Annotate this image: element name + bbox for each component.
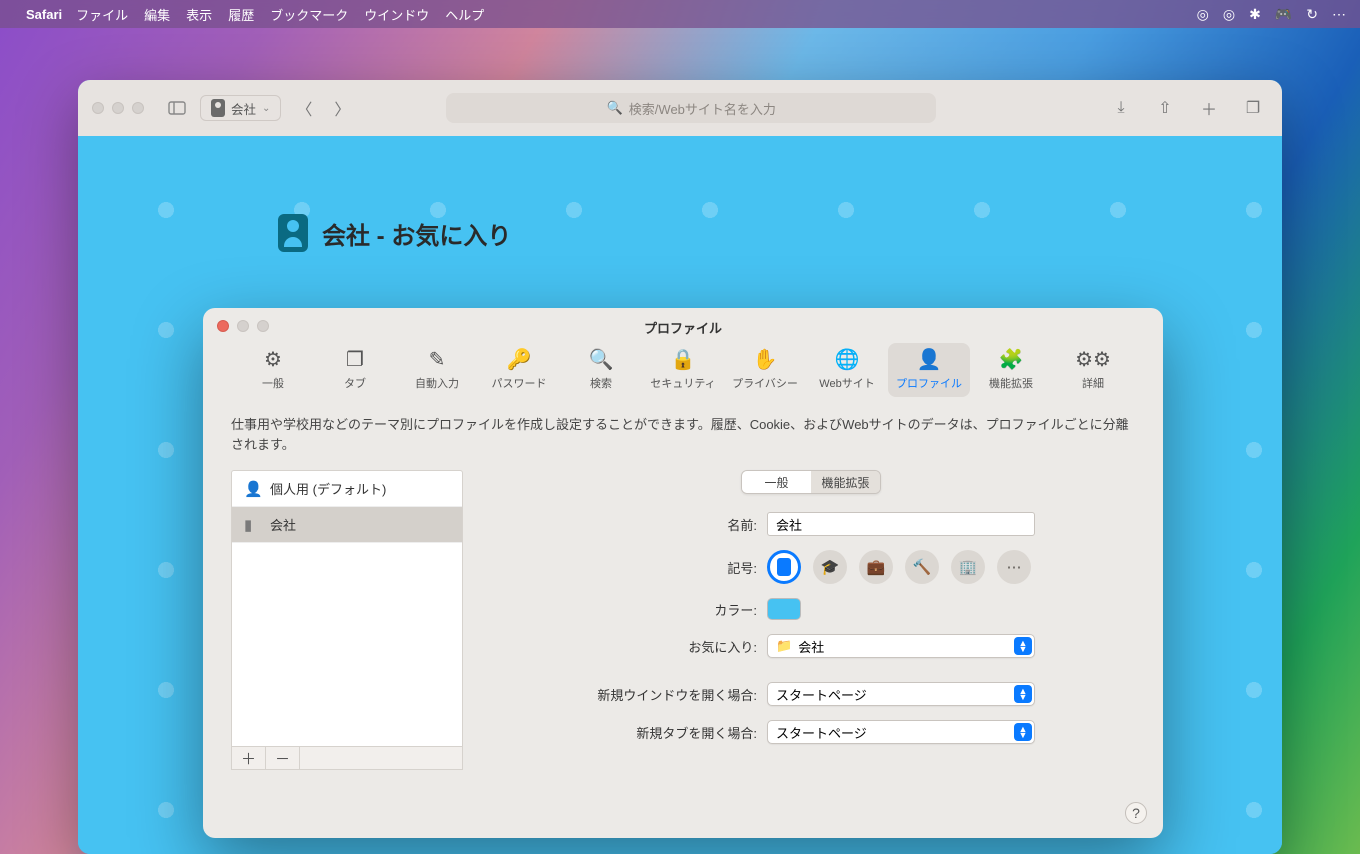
tab-overview-icon[interactable]: ❐	[1238, 95, 1268, 121]
tab-autofill[interactable]: ✎自動入力	[396, 343, 478, 397]
prefs-toolbar: ⚙一般 ❐タブ ✎自動入力 🔑パスワード 🔍検索 🔒セキュリティ ✋プライバシー…	[203, 343, 1163, 407]
profile-row-personal[interactable]: 👤 個人用 (デフォルト)	[232, 471, 462, 507]
symbol-briefcase[interactable]: 💼	[859, 550, 893, 584]
updown-icon: ▲▼	[1014, 685, 1032, 703]
search-icon: 🔍	[589, 347, 614, 371]
tab-security[interactable]: 🔒セキュリティ	[642, 343, 724, 397]
add-profile-button[interactable]: ＋	[232, 747, 266, 769]
key-icon: 🔑	[507, 347, 532, 371]
new-tab-select[interactable]: スタートページ ▲▼	[767, 720, 1035, 744]
tab-passwords[interactable]: 🔑パスワード	[478, 343, 560, 397]
menu-edit[interactable]: 編集	[144, 5, 170, 24]
forward-button[interactable]: 〉	[327, 95, 357, 121]
profiles-list: 👤 個人用 (デフォルト) ▮ 会社 ＋ －	[231, 470, 463, 770]
menu-history[interactable]: 履歴	[228, 5, 254, 24]
sidebar-toggle-icon[interactable]	[162, 95, 192, 121]
menu-bookmarks[interactable]: ブックマーク	[270, 5, 348, 24]
lock-icon: 🔒	[671, 347, 696, 371]
color-label: カラー:	[487, 600, 767, 619]
downloads-icon[interactable]: ⤓	[1106, 95, 1136, 121]
puzzle-icon: 🧩	[999, 347, 1024, 371]
address-bar[interactable]: 🔍 検索/Webサイト名を入力	[446, 93, 936, 123]
badge-icon: ▮	[244, 516, 260, 534]
bluetooth-icon[interactable]: ✱	[1249, 6, 1261, 23]
app-name[interactable]: Safari	[26, 7, 62, 22]
symbol-badge[interactable]	[767, 550, 801, 584]
gear-icon: ⚙	[264, 347, 282, 371]
help-button[interactable]: ?	[1125, 802, 1147, 824]
autofill-icon: ✎	[429, 347, 446, 371]
favorites-label: お気に入り:	[487, 637, 767, 656]
detail-segment[interactable]: 一般 機能拡張	[741, 470, 881, 494]
back-button[interactable]: 〈	[289, 95, 319, 121]
cc-icon[interactable]: ◎	[1197, 6, 1209, 23]
color-swatch[interactable]	[767, 598, 801, 620]
tab-tabs[interactable]: ❐タブ	[314, 343, 396, 397]
share-icon[interactable]: ⇧	[1150, 95, 1180, 121]
tab-extensions[interactable]: 🧩機能拡張	[970, 343, 1052, 397]
preferences-window: プロファイル ⚙一般 ❐タブ ✎自動入力 🔑パスワード 🔍検索 🔒セキュリティ …	[203, 308, 1163, 838]
new-window-label: 新規ウインドウを開く場合:	[487, 685, 767, 704]
tab-advanced[interactable]: ⚙⚙詳細	[1052, 343, 1134, 397]
segment-general[interactable]: 一般	[742, 471, 811, 493]
tab-websites[interactable]: 🌐Webサイト	[806, 343, 888, 397]
profile-picker[interactable]: 会社 ⌄	[200, 95, 281, 121]
folder-icon: 📁	[776, 638, 792, 654]
new-window-select[interactable]: スタートページ ▲▼	[767, 682, 1035, 706]
tab-profiles[interactable]: 👤プロファイル	[888, 343, 970, 397]
menubar: Safari ファイル 編集 表示 履歴 ブックマーク ウインドウ ヘルプ ◎ …	[0, 0, 1360, 28]
prefs-title: プロファイル	[203, 308, 1163, 337]
gears-icon: ⚙⚙	[1075, 347, 1111, 371]
tab-privacy[interactable]: ✋プライバシー	[724, 343, 806, 397]
remove-profile-button[interactable]: －	[266, 747, 300, 769]
address-placeholder: 検索/Webサイト名を入力	[629, 99, 776, 118]
window-traffic-lights[interactable]	[92, 102, 144, 114]
symbol-label: 記号:	[487, 558, 767, 577]
search-icon: 🔍	[607, 100, 623, 116]
favorites-select[interactable]: 📁 会社 ▲▼	[767, 634, 1035, 658]
person-icon: 👤	[917, 347, 942, 371]
symbol-graduation[interactable]: 🎓	[813, 550, 847, 584]
updown-icon: ▲▼	[1014, 723, 1032, 741]
timemachine-icon[interactable]: ↻	[1306, 6, 1318, 23]
globe-icon: 🌐	[835, 347, 860, 371]
hand-icon: ✋	[753, 347, 778, 371]
symbol-building[interactable]: 🏢	[951, 550, 985, 584]
tab-general[interactable]: ⚙一般	[232, 343, 314, 397]
profile-detail: 一般 機能拡張 名前: 記号: 🎓 💼 🔨 🏢 ⋯	[487, 470, 1135, 770]
menu-window[interactable]: ウインドウ	[364, 5, 429, 24]
symbol-hammer[interactable]: 🔨	[905, 550, 939, 584]
favorites-title: 会社 - お気に入り	[322, 216, 511, 251]
menu-help[interactable]: ヘルプ	[445, 5, 484, 24]
badge-icon	[211, 99, 225, 117]
profile-picker-label: 会社	[231, 99, 256, 118]
profile-row-work[interactable]: ▮ 会社	[232, 507, 462, 543]
favorites-header: 会社 - お気に入り	[278, 214, 511, 252]
prefs-traffic-lights[interactable]	[217, 320, 269, 332]
gamepad-icon[interactable]: 🎮	[1275, 6, 1292, 23]
airdrop-icon[interactable]: ◎	[1223, 6, 1235, 23]
profiles-description: 仕事用や学校用などのテーマ別にプロファイルを作成し設定することができます。履歴、…	[231, 415, 1135, 454]
profile-badge-icon	[278, 214, 308, 252]
menu-file[interactable]: ファイル	[76, 5, 128, 24]
new-tab-label: 新規タブを開く場合:	[487, 723, 767, 742]
segment-extensions[interactable]: 機能拡張	[811, 471, 880, 493]
name-input[interactable]	[767, 512, 1035, 536]
more-icon[interactable]: ⋯	[1332, 6, 1346, 23]
tab-search[interactable]: 🔍検索	[560, 343, 642, 397]
new-tab-icon[interactable]: ＋	[1194, 95, 1224, 121]
updown-icon: ▲▼	[1014, 637, 1032, 655]
safari-toolbar: 会社 ⌄ 〈 〉 🔍 検索/Webサイト名を入力 ⤓ ⇧ ＋ ❐	[78, 80, 1282, 136]
symbol-more[interactable]: ⋯	[997, 550, 1031, 584]
name-label: 名前:	[487, 515, 767, 534]
chevron-down-icon: ⌄	[262, 103, 270, 114]
tabs-icon: ❐	[346, 347, 364, 371]
menu-view[interactable]: 表示	[186, 5, 212, 24]
person-icon: 👤	[244, 480, 260, 498]
